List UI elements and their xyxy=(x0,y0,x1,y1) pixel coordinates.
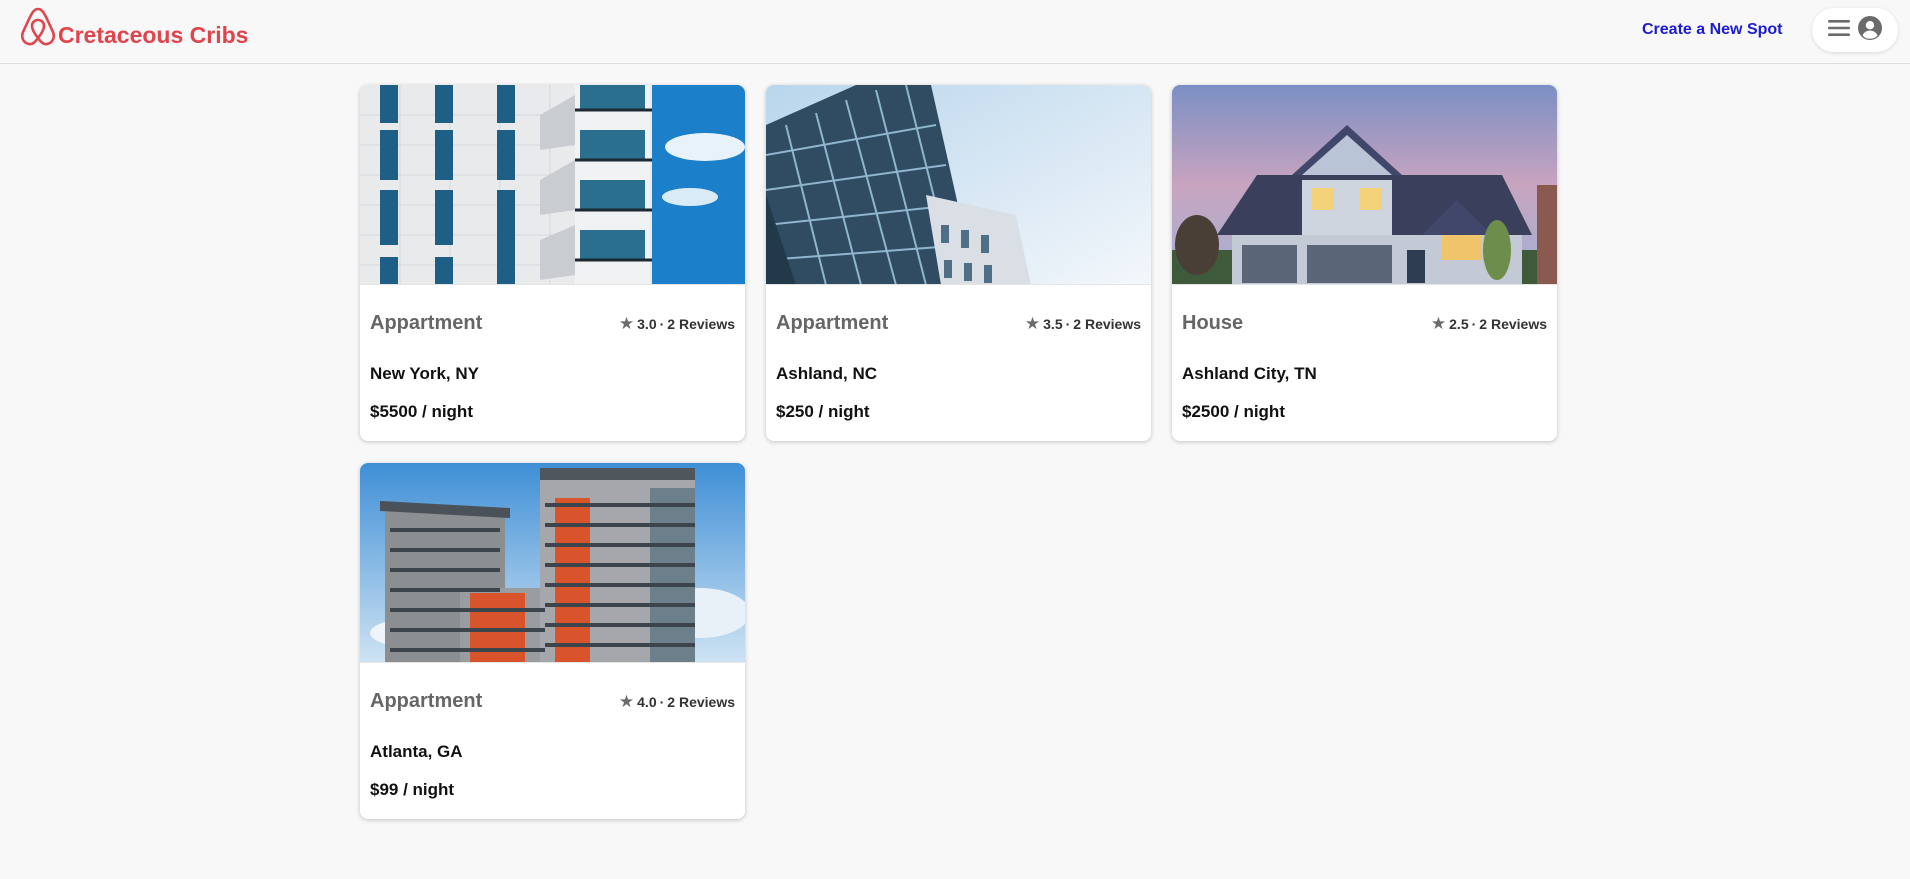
rating-separator: · xyxy=(659,694,665,710)
spot-card[interactable]: Appartment ★ 3.5 · 2 Reviews Ashland, NC… xyxy=(766,85,1151,441)
profile-menu-button[interactable] xyxy=(1812,8,1898,52)
rating-separator: · xyxy=(1065,316,1071,332)
rating-value: 3.5 xyxy=(1043,316,1063,332)
airbnb-logo-icon xyxy=(18,6,58,53)
spot-photo xyxy=(360,463,745,663)
star-icon: ★ xyxy=(1430,314,1447,333)
review-count: 2 Reviews xyxy=(1479,316,1547,332)
spot-photo xyxy=(766,85,1151,285)
spot-location: New York, NY xyxy=(370,364,479,383)
review-count: 2 Reviews xyxy=(1073,316,1141,332)
home-logo-link[interactable]: Cretaceous Cribs xyxy=(18,6,248,53)
rating-value: 3.0 xyxy=(637,316,657,332)
spot-photo xyxy=(1172,85,1557,285)
spot-location: Atlanta, GA xyxy=(370,742,463,761)
rating-value: 4.0 xyxy=(637,694,657,710)
review-count: 2 Reviews xyxy=(667,316,735,332)
spot-location: Ashland City, TN xyxy=(1182,364,1317,383)
spot-price: $99 / night xyxy=(370,780,455,799)
spot-type: Appartment xyxy=(776,312,889,334)
user-avatar-icon xyxy=(1858,15,1882,45)
spot-type: Appartment xyxy=(370,312,483,334)
star-icon: ★ xyxy=(1024,314,1041,333)
review-count: 2 Reviews xyxy=(667,694,735,710)
spots-grid: Appartment ★ 3.0 · 2 Reviews New York, N… xyxy=(360,85,1557,819)
spot-price: $5500 / night xyxy=(370,402,473,421)
spot-type: Appartment xyxy=(370,690,483,712)
top-navbar: Cretaceous Cribs Create a New Spot xyxy=(0,0,1910,64)
spot-card[interactable]: Appartment ★ 4.0 · 2 Reviews Atlanta, GA… xyxy=(360,463,745,819)
spot-location: Ashland, NC xyxy=(776,364,878,383)
brand-name: Cretaceous Cribs xyxy=(58,22,249,48)
spot-rating: ★ 2.5 · 2 Reviews xyxy=(1430,314,1547,333)
spot-type: House xyxy=(1182,312,1244,334)
hamburger-menu-icon xyxy=(1828,19,1850,42)
spot-photo xyxy=(360,85,745,285)
rating-separator: · xyxy=(1471,316,1477,332)
spot-price: $250 / night xyxy=(776,402,870,421)
spot-rating: ★ 4.0 · 2 Reviews xyxy=(618,692,735,711)
rating-separator: · xyxy=(659,316,665,332)
create-new-spot-link[interactable]: Create a New Spot xyxy=(1642,21,1782,39)
star-icon: ★ xyxy=(618,692,635,711)
spot-rating: ★ 3.5 · 2 Reviews xyxy=(1024,314,1141,333)
spot-price: $2500 / night xyxy=(1182,402,1285,421)
spot-card[interactable]: House ★ 2.5 · 2 Reviews Ashland City, TN… xyxy=(1172,85,1557,441)
star-icon: ★ xyxy=(618,314,635,333)
spot-card[interactable]: Appartment ★ 3.0 · 2 Reviews New York, N… xyxy=(360,85,745,441)
spot-rating: ★ 3.0 · 2 Reviews xyxy=(618,314,735,333)
rating-value: 2.5 xyxy=(1449,316,1469,332)
